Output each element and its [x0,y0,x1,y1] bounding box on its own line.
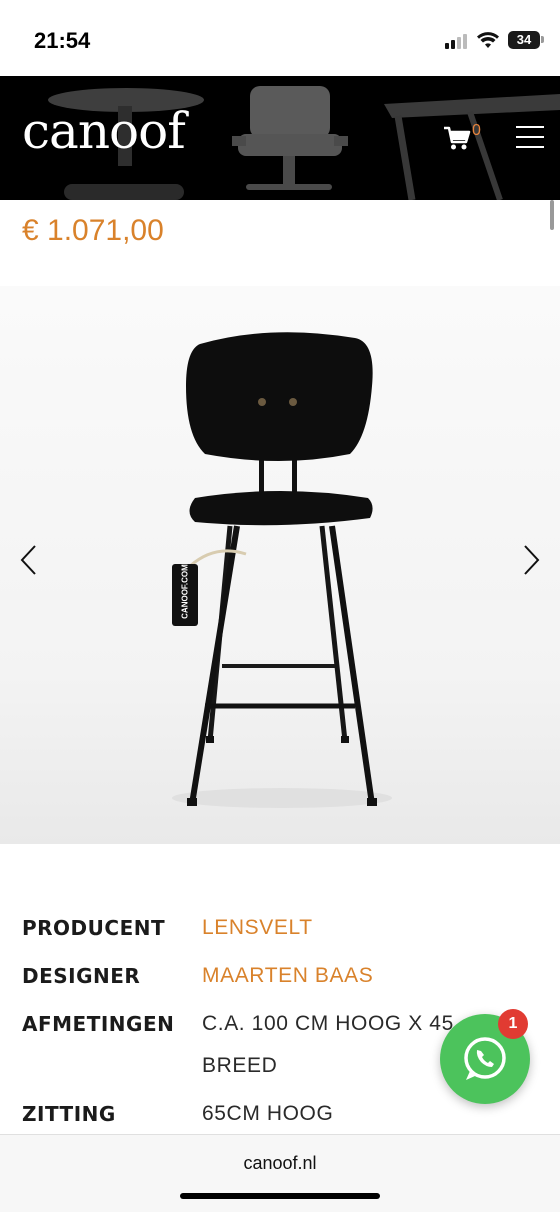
wifi-icon [477,32,499,48]
battery-tip [541,36,544,43]
product-image-carousel[interactable]: CANOOF.COM [0,286,560,844]
spec-value-afmetingen-line1: C.A. 100 CM HOOG X 45 [202,1012,454,1035]
spec-value-designer[interactable]: MAARTEN BAAS [202,964,373,988]
spec-value-afmetingen-line2: BREED [202,1054,278,1077]
cart-icon[interactable] [442,124,472,152]
spec-value-zitting: 65CM HOOG [202,1102,334,1125]
carousel-next-icon[interactable] [520,542,544,578]
site-header: canoof 0 [0,76,560,200]
bar-stool-image [172,332,392,808]
spec-label: AFMETINGEN [22,1012,175,1036]
whatsapp-notification-badge: 1 [498,1009,528,1039]
carousel-prev-icon[interactable] [16,542,40,578]
page-scrollbar[interactable] [550,200,554,230]
product-hang-tag-text: CANOOF.COM [180,564,190,619]
status-bar: 21:54 34 [0,0,560,76]
spec-value-producent[interactable]: LENSVELT [202,916,313,940]
spec-label: DESIGNER [22,964,141,988]
product-price: € 1.071,00 [22,214,164,247]
status-time: 21:54 [34,28,91,53]
spec-label: ZITTING [22,1102,116,1126]
browser-url-bar[interactable]: canoof.nl [0,1134,560,1212]
cart-count-badge: 0 [472,122,481,139]
url-text[interactable]: canoof.nl [0,1153,560,1174]
spec-label: PRODUCENT [22,916,166,940]
hamburger-menu-icon[interactable] [516,126,544,150]
cellular-signal-icon [445,33,469,49]
site-logo[interactable]: canoof [22,102,186,160]
battery-icon: 34 [508,31,540,49]
home-indicator[interactable] [180,1193,380,1199]
